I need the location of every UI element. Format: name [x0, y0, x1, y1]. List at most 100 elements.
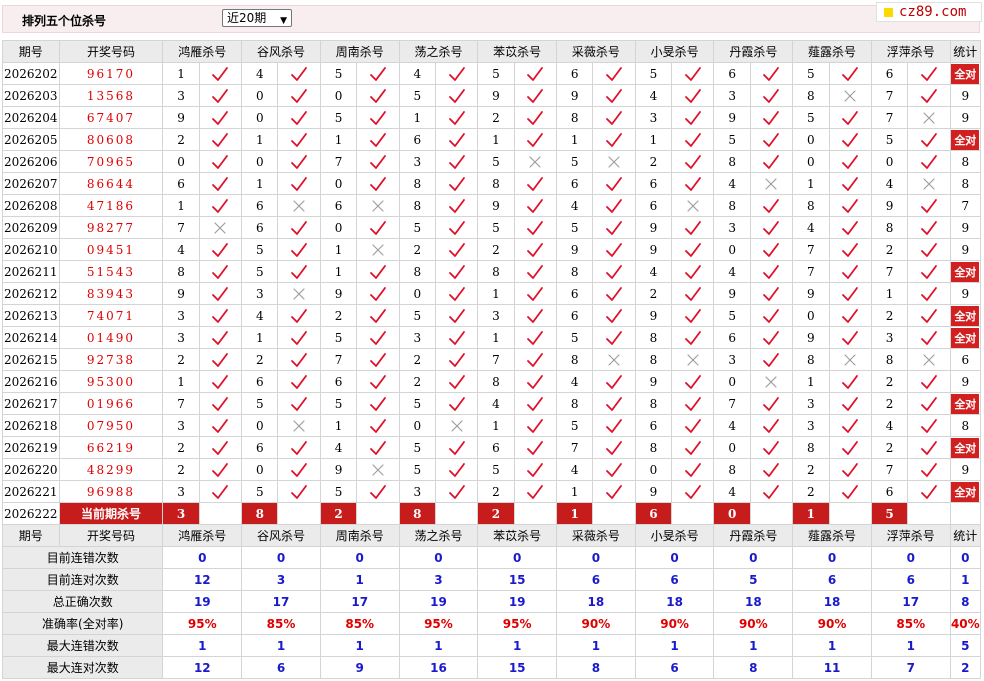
check-icon [907, 260, 951, 283]
check-icon [749, 216, 794, 239]
kill-value: 5 [398, 392, 436, 415]
stats-label: 目前连错次数 [1, 546, 164, 569]
draw-number: 13568 [58, 84, 164, 107]
stat-count: 9 [961, 110, 970, 125]
all-correct-badge: 全对 [951, 437, 980, 458]
kill-value: 3 [713, 348, 751, 371]
check-icon [828, 436, 872, 459]
cross-icon [749, 370, 794, 393]
check-icon [356, 348, 400, 371]
check-icon [592, 216, 636, 239]
kill-value: 5 [241, 260, 279, 283]
stat-cell: 全对 [949, 62, 982, 85]
check-icon [198, 436, 243, 459]
check-icon [592, 326, 636, 349]
kill-value: 4 [241, 304, 279, 327]
cross-icon [907, 106, 951, 129]
kill-value: 0 [792, 128, 830, 151]
stat-count: 8 [961, 154, 970, 169]
stats-value: 0 [870, 546, 951, 569]
stats-value: 0 [713, 546, 794, 569]
current-blank-cell [828, 502, 872, 525]
check-icon [277, 62, 321, 85]
kill-value: 5 [556, 216, 594, 239]
issue-cell: 2026216 [2, 370, 60, 393]
kill-value: 6 [713, 326, 751, 349]
kill-value: 7 [870, 106, 909, 129]
stats-value: 1 [556, 634, 636, 657]
kill-value: 0 [241, 458, 279, 481]
kill-value: 5 [241, 392, 279, 415]
kill-value: 2 [870, 370, 909, 393]
kill-value: 0 [162, 150, 200, 173]
logo-text: cz89.com [899, 4, 967, 20]
issue-cell: 2026202 [2, 62, 60, 85]
site-logo[interactable]: cz89.com [876, 2, 982, 22]
check-icon [592, 480, 636, 503]
kill-value: 9 [792, 326, 830, 349]
stats-value: 6 [870, 568, 951, 591]
kill-value: 5 [870, 128, 909, 151]
check-icon [356, 436, 400, 459]
current-kill-value: 2 [477, 502, 515, 525]
check-icon [592, 128, 636, 151]
kill-value: 9 [162, 106, 200, 129]
stats-value: 1 [870, 634, 951, 657]
stats-total: 5 [949, 634, 982, 657]
stats-label: 最大连错次数 [1, 634, 164, 657]
check-icon [198, 326, 243, 349]
all-correct-badge: 全对 [951, 63, 980, 84]
stats-value: 18 [556, 590, 636, 613]
stats-value: 3 [398, 568, 479, 591]
stat-count: 7 [961, 198, 970, 213]
current-kill-value: 0 [713, 502, 751, 525]
kill-value: 2 [241, 348, 279, 371]
kill-value: 0 [319, 216, 358, 239]
stats-value: 90% [713, 612, 794, 635]
kill-value: 3 [162, 326, 200, 349]
issue-cell: 2026214 [2, 326, 60, 349]
stat-cell: 9 [949, 216, 982, 239]
chevron-down-icon: ▼ [280, 16, 287, 26]
kill-value: 4 [713, 414, 751, 437]
table-row: 2026204 67407 9 0 5 1 2 8 3 9 5 7 9 [2, 106, 982, 129]
current-blank-cell [749, 502, 794, 525]
stat-count: 8 [961, 176, 970, 191]
kill-value: 5 [398, 84, 436, 107]
check-icon [356, 304, 400, 327]
check-icon [749, 326, 794, 349]
check-icon [907, 62, 951, 85]
check-icon [749, 304, 794, 327]
kill-value: 3 [634, 106, 673, 129]
check-icon [592, 392, 636, 415]
check-icon [434, 150, 479, 173]
stats-value: 95% [477, 612, 558, 635]
kill-value: 2 [319, 304, 358, 327]
check-icon [513, 172, 558, 195]
check-icon [828, 370, 872, 393]
check-icon [907, 238, 951, 261]
issue-cell: 2026206 [2, 150, 60, 173]
period-select[interactable]: 近20期 ▼ [222, 9, 292, 27]
kill-value: 9 [713, 282, 751, 305]
kill-value: 8 [556, 392, 594, 415]
check-icon [671, 282, 715, 305]
check-icon [671, 436, 715, 459]
kill-value: 4 [634, 260, 673, 283]
kill-value: 2 [477, 480, 515, 503]
kill-value: 5 [477, 216, 515, 239]
kill-value: 6 [634, 194, 673, 217]
check-icon [513, 216, 558, 239]
stats-value: 7 [870, 656, 951, 679]
table-row: 2026206 70965 0 0 7 3 5 5 2 8 0 0 8 [2, 150, 982, 173]
kill-value: 2 [162, 348, 200, 371]
kill-value: 3 [792, 414, 830, 437]
header-method: 丹霞杀号 [713, 524, 794, 547]
check-icon [434, 238, 479, 261]
kill-value: 9 [792, 282, 830, 305]
check-icon [356, 150, 400, 173]
stats-value: 90% [634, 612, 715, 635]
cross-icon [749, 172, 794, 195]
header-method: 谷风杀号 [241, 40, 321, 63]
header-method: 苯苡杀号 [477, 40, 558, 63]
